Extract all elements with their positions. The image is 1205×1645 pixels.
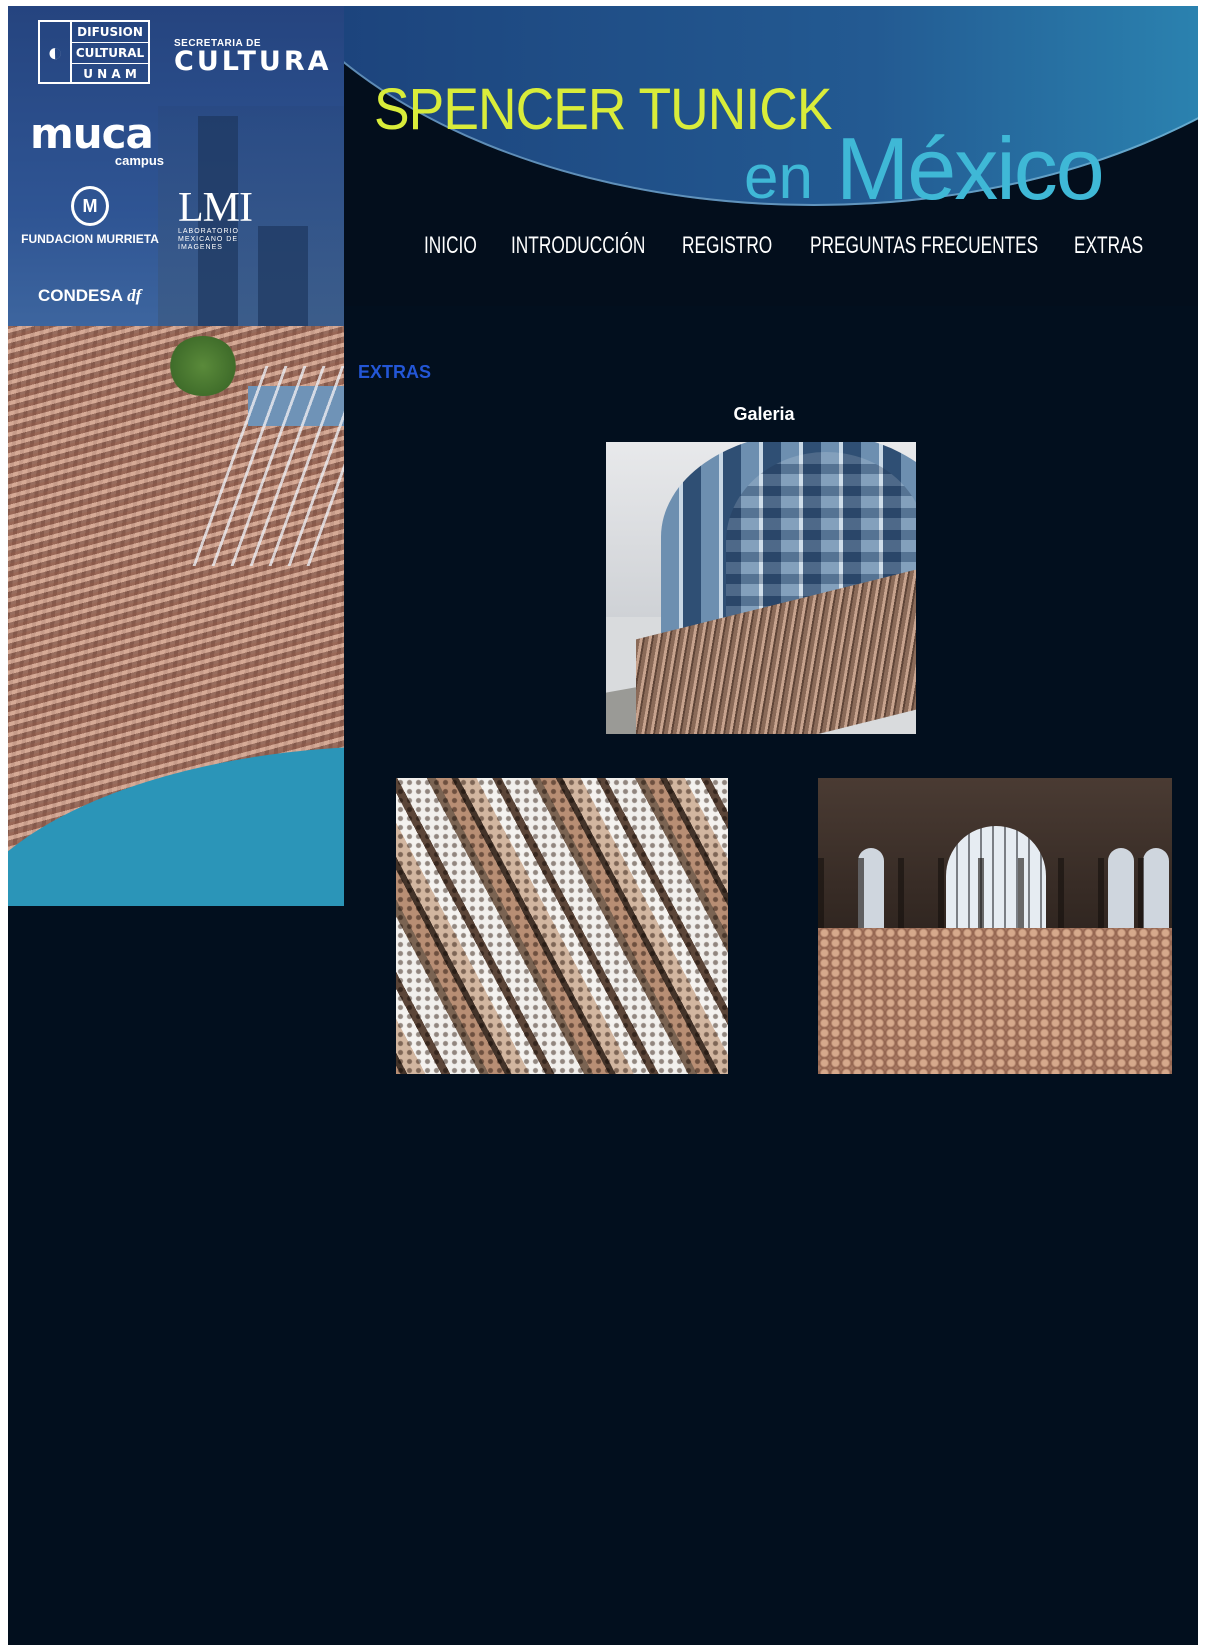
nav-introduccion[interactable]: INTRODUCCIÓN [511,232,645,260]
section-title: EXTRAS [358,362,432,382]
gallery-photo[interactable] [606,442,916,734]
muca-logo[interactable]: muca campus [30,113,170,174]
trees-image [168,336,238,396]
nav-extras[interactable]: EXTRAS [1074,232,1143,260]
site-title-mexico: México [836,119,1105,218]
murrieta-crest-icon: M [71,186,109,226]
gallery-title: Galeria [733,404,795,424]
murrieta-logo[interactable]: M FUNDACION MURRIETA [16,186,164,256]
unam-logo[interactable]: ◐ DIFUSION CULTURAL U N A M [38,20,150,84]
cultura-logo[interactable]: SECRETARIA DE CULTURA [174,24,334,84]
sidebar-banner: ◐ DIFUSION CULTURAL U N A M SECRETARIA D… [8,6,344,906]
header-banner: SPENCER TUNICK en México INICIO INTRODUC… [344,6,1198,306]
condesa-logo[interactable]: CONDESA df [38,286,168,310]
gallery-photo[interactable] [818,778,1172,1074]
unam-emblem-icon: ◐ [40,22,72,82]
nav-registro[interactable]: REGISTRO [682,232,772,260]
site-title: SPENCER TUNICK [374,77,832,142]
lmi-logo[interactable]: LMI LABORATORIO MEXICANO DE IMAGENES [178,187,258,258]
nav-preguntas-frecuentes[interactable]: PREGUNTAS FRECUENTES [810,232,1038,260]
site-title-en: en [744,143,813,212]
main-nav: INICIO INTRODUCCIÓN REGISTRO PREGUNTAS F… [344,232,1198,272]
nav-inicio[interactable]: INICIO [424,232,477,260]
page: ◐ DIFUSION CULTURAL U N A M SECRETARIA D… [8,6,1198,1645]
gallery-photo[interactable] [396,778,728,1074]
